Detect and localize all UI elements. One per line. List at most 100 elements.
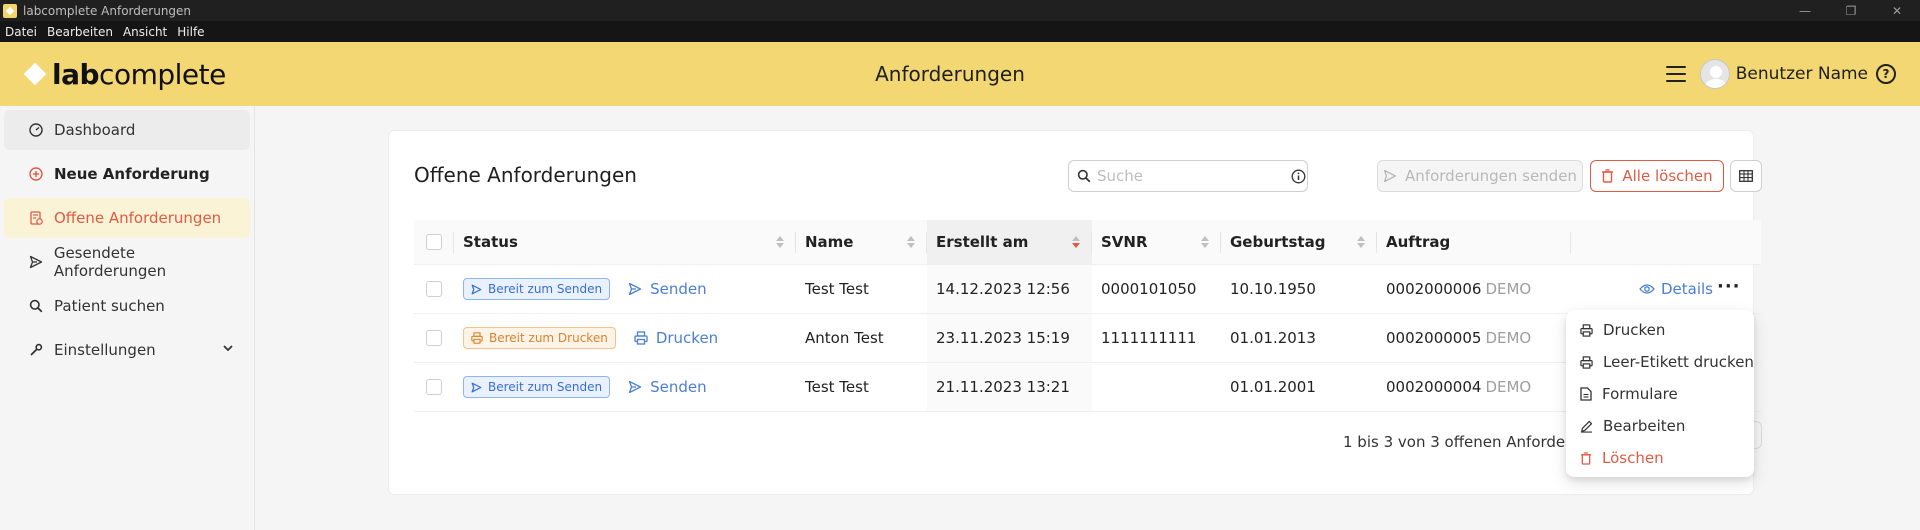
cell-svnr: 0000101050 — [1101, 280, 1197, 298]
send-requests-button[interactable]: Anforderungen senden — [1377, 160, 1583, 192]
eye-icon — [1639, 283, 1655, 295]
send-link[interactable]: Senden — [628, 280, 707, 298]
cell-svnr: 1111111111 — [1101, 329, 1197, 347]
menu-icon[interactable] — [1665, 66, 1686, 82]
cell-svnr — [1092, 363, 1221, 411]
send-icon — [471, 382, 482, 393]
tool-icon — [28, 342, 44, 358]
sidebar-item-label: Dashboard — [54, 121, 136, 139]
dropdown-item-label: Bearbeiten — [1603, 417, 1686, 435]
table-row[interactable]: Bereit zum Senden Senden Test Test 14.12… — [414, 265, 1761, 314]
minimize-icon[interactable]: — — [1782, 0, 1828, 21]
restore-icon[interactable]: ❐ — [1828, 0, 1874, 21]
column-svnr[interactable]: SVNR — [1092, 220, 1221, 264]
demo-tag: DEMO — [1485, 329, 1532, 347]
sidebar-item-open-requests[interactable]: Offene Anforderungen — [4, 198, 250, 238]
print-link[interactable]: Drucken — [634, 329, 718, 347]
column-birthday[interactable]: Geburtstag — [1221, 220, 1377, 264]
printer-icon — [1580, 355, 1593, 369]
sort-icon[interactable] — [907, 236, 915, 248]
dropdown-item-label: Formulare — [1602, 385, 1678, 403]
help-icon[interactable]: ? — [1876, 64, 1896, 84]
send-icon — [471, 284, 482, 295]
send-link[interactable]: Senden — [628, 378, 707, 396]
avatar[interactable] — [1699, 59, 1730, 89]
status-badge-label: Bereit zum Drucken — [489, 331, 608, 345]
chevron-down-icon[interactable] — [222, 342, 234, 354]
send-icon — [28, 254, 44, 270]
info-icon[interactable] — [1291, 169, 1306, 184]
window-title: labcomplete Anforderungen — [23, 3, 192, 18]
details-link[interactable]: Details — [1639, 280, 1713, 298]
pencil-icon — [1580, 420, 1593, 433]
column-label: Erstellt am — [936, 233, 1029, 251]
column-created[interactable]: Erstellt am — [927, 220, 1092, 264]
dashboard-icon — [28, 122, 44, 138]
demo-tag: DEMO — [1485, 378, 1532, 396]
app-icon — [3, 3, 17, 18]
dropdown-item-print[interactable]: Drucken — [1566, 314, 1754, 346]
cell-name: Anton Test — [805, 329, 884, 347]
cell-birthday: 01.01.2001 — [1230, 378, 1316, 396]
delete-all-label: Alle löschen — [1622, 167, 1713, 185]
user-name[interactable]: Benutzer Name — [1736, 64, 1868, 84]
column-actions — [1571, 220, 1761, 264]
sidebar-item-patient-search[interactable]: Patient suchen — [4, 286, 250, 326]
send-link-label: Senden — [650, 378, 707, 396]
page-title: Anforderungen — [875, 62, 1025, 86]
delete-all-button[interactable]: Alle löschen — [1590, 160, 1724, 192]
row-checkbox[interactable] — [426, 330, 442, 346]
select-all-checkbox[interactable] — [426, 234, 442, 250]
table-row[interactable]: Bereit zum Senden Senden Test Test 21.11… — [414, 363, 1761, 412]
sort-icon[interactable] — [776, 236, 784, 248]
table-header: Status Name Erstellt am SVNR Geburtstag … — [414, 220, 1761, 265]
sort-icon[interactable] — [1201, 236, 1209, 248]
column-settings-button[interactable] — [1730, 160, 1762, 192]
sidebar-item-dashboard[interactable]: Dashboard — [4, 110, 250, 150]
column-status[interactable]: Status — [454, 220, 796, 264]
dropdown-item-delete[interactable]: Löschen — [1566, 442, 1754, 474]
dropdown-item-print-blank-label[interactable]: Leer-Etikett drucken — [1566, 346, 1754, 378]
card-title: Offene Anforderungen — [414, 163, 637, 187]
sidebar: Dashboard Neue Anforderung Offene Anford… — [0, 106, 255, 530]
search-box[interactable] — [1068, 160, 1308, 192]
plus-circle-icon — [28, 166, 44, 182]
sidebar-item-settings[interactable]: Einstellungen — [4, 330, 250, 370]
sidebar-item-new-request[interactable]: Neue Anforderung — [4, 154, 250, 194]
status-badge: Bereit zum Senden — [463, 278, 611, 300]
printer-icon — [1580, 323, 1593, 337]
table-row[interactable]: Bereit zum Drucken Drucken Anton Test 23… — [414, 314, 1761, 363]
search-icon — [1077, 169, 1091, 183]
sidebar-item-label: Patient suchen — [54, 297, 165, 315]
dropdown-item-forms[interactable]: Formulare — [1566, 378, 1754, 410]
send-icon — [628, 282, 642, 296]
column-name[interactable]: Name — [796, 220, 927, 264]
menu-ansicht[interactable]: Ansicht — [123, 25, 167, 39]
status-badge-label: Bereit zum Senden — [488, 380, 603, 394]
document-icon — [1580, 387, 1592, 401]
trash-icon — [1580, 451, 1592, 465]
help-icon-label: ? — [1882, 67, 1890, 81]
menu-hilfe[interactable]: Hilfe — [177, 25, 204, 39]
cell-order: 0002000004 — [1386, 378, 1482, 396]
details-label: Details — [1661, 280, 1714, 298]
column-order[interactable]: Auftrag — [1377, 220, 1571, 264]
printer-icon — [634, 331, 648, 345]
menu-datei[interactable]: Datei — [5, 25, 37, 39]
sidebar-item-label: Neue Anforderung — [54, 165, 210, 183]
sort-desc-icon[interactable] — [1072, 236, 1080, 248]
sidebar-item-sent-requests[interactable]: Gesendete Anforderungen — [4, 242, 250, 282]
printer-icon — [471, 332, 483, 344]
row-checkbox[interactable] — [426, 281, 442, 297]
more-actions-icon[interactable]: ··· — [1717, 278, 1740, 296]
close-icon[interactable]: ✕ — [1874, 0, 1920, 21]
menu-bearbeiten[interactable]: Bearbeiten — [47, 25, 113, 39]
dropdown-item-edit[interactable]: Bearbeiten — [1566, 410, 1754, 442]
app-header: lab complete Anforderungen Benutzer Name … — [0, 42, 1920, 106]
sort-icon[interactable] — [1357, 236, 1365, 248]
menu-bar: Datei Bearbeiten Ansicht Hilfe — [0, 21, 1920, 42]
search-input[interactable] — [1097, 167, 1291, 185]
window-titlebar: labcomplete Anforderungen — ❐ ✕ — [0, 0, 1920, 21]
row-checkbox[interactable] — [426, 379, 442, 395]
column-label: Geburtstag — [1230, 233, 1326, 251]
